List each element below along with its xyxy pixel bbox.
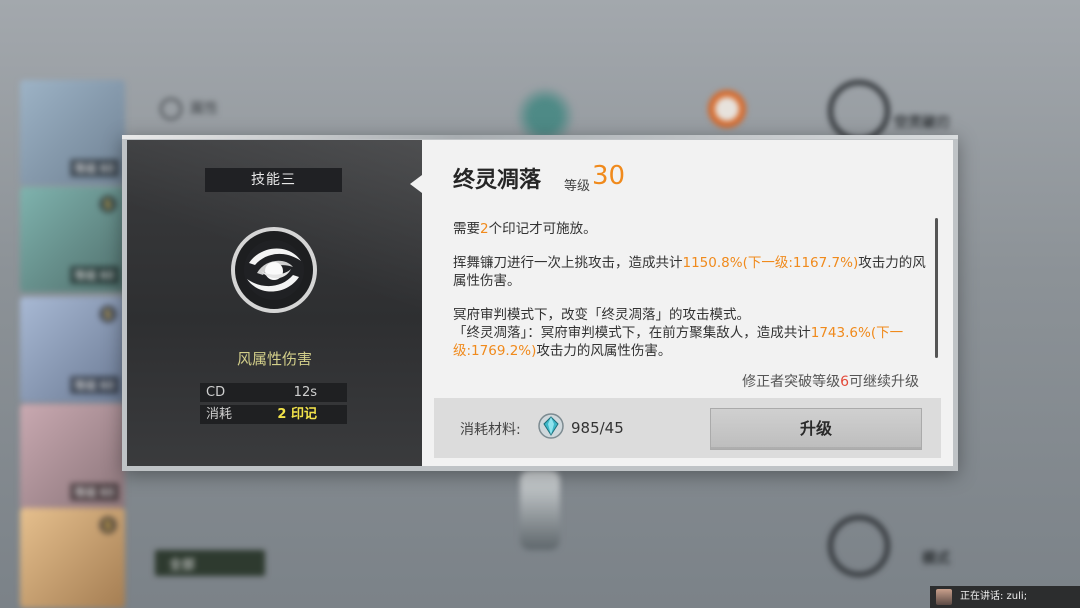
panel-pointer: [410, 175, 422, 193]
speaking-text: 正在讲话: zuli;: [960, 591, 1028, 602]
character-level: 等级 60: [69, 266, 119, 284]
character-tile[interactable]: 等级 60: [20, 404, 125, 509]
upgrade-button[interactable]: 升级: [710, 408, 922, 450]
character-tile[interactable]: $: [20, 508, 125, 608]
description-paragraph: 需要2个印记才可施放。: [453, 221, 597, 237]
attribute-filter[interactable]: 属性: [160, 98, 218, 120]
dialog-border: [122, 135, 958, 139]
character-level: 等级 60: [69, 483, 119, 501]
character-tile[interactable]: $ 等级 60: [20, 297, 125, 402]
lock-icon: $: [99, 305, 117, 323]
skill-slot-label: 技能三: [205, 168, 342, 192]
character-tile[interactable]: $ 等级 60: [20, 187, 125, 292]
level-label: 等级: [564, 179, 591, 194]
right-label: 模式: [922, 551, 950, 567]
cost-key: 消耗: [206, 407, 233, 422]
description-paragraph: 挥舞镰刀进行一次上挑攻击，造成共计1150.8%(下一级:1167.7%)攻击力…: [453, 255, 926, 289]
character-tile[interactable]: 等级 60: [20, 80, 125, 185]
avatar: [936, 589, 952, 605]
crystal-icon: [537, 412, 565, 440]
skill-description[interactable]: 需要2个印记才可施放。 挥舞镰刀进行一次上挑攻击，造成共计1150.8%(下一级…: [453, 220, 927, 358]
skill-summary-panel: 技能三 风属性伤害 CD 12s 消耗 2 印记: [127, 140, 422, 466]
cooldown-value: 12s: [293, 385, 317, 400]
cost-value: 2 印记: [277, 407, 317, 422]
cost-row: 消耗 2 印记: [200, 405, 347, 424]
material-label: 消耗材料:: [460, 422, 521, 438]
upgrade-bar: 消耗材料: 985/45 升级: [434, 398, 941, 458]
element-label: 风属性伤害: [236, 350, 312, 368]
skill-detail-panel: 终灵凋落 等级 30 需要2个印记才可施放。 挥舞镰刀进行一次上挑攻击，造成共计…: [422, 140, 953, 466]
mode-icon: [828, 515, 890, 577]
description-paragraph: 「终灵凋落」：冥府审判模式下，在前方聚集敌人，造成共计1743.6%(下一级:1…: [453, 325, 904, 358]
character-level: 等级 60: [69, 159, 119, 177]
character-model: [520, 470, 560, 550]
cooldown-key: CD: [206, 385, 226, 400]
right-label: 空灵破刃: [894, 115, 950, 131]
voice-chat-indicator: 正在讲话: zuli;: [930, 586, 1080, 608]
character-level: 等级 60: [69, 376, 119, 394]
description-paragraph: 冥府审判模式下，改变「终灵凋落」的攻击模式。: [453, 307, 750, 323]
cooldown-row: CD 12s: [200, 383, 347, 402]
description-scrollbar[interactable]: [935, 218, 938, 358]
material-count: 985/45: [571, 419, 624, 437]
skill-name: 终灵凋落: [453, 168, 542, 193]
lock-icon: $: [99, 516, 117, 534]
level-value: 30: [592, 161, 626, 191]
character-model: [510, 80, 580, 140]
scythe-icon: [828, 80, 890, 142]
wind-slash-icon: [231, 227, 317, 313]
emblem-icon: [703, 85, 751, 133]
all-filter-button[interactable]: 全部: [155, 550, 265, 576]
filter-icon: [160, 98, 182, 120]
skill-detail-dialog: 技能三 风属性伤害 CD 12s 消耗 2 印记 终灵凋落 等级 30 需要2个…: [122, 135, 958, 471]
lock-icon: $: [99, 195, 117, 213]
upgrade-requirement: 修正者突破等级6可继续升级: [742, 374, 919, 390]
